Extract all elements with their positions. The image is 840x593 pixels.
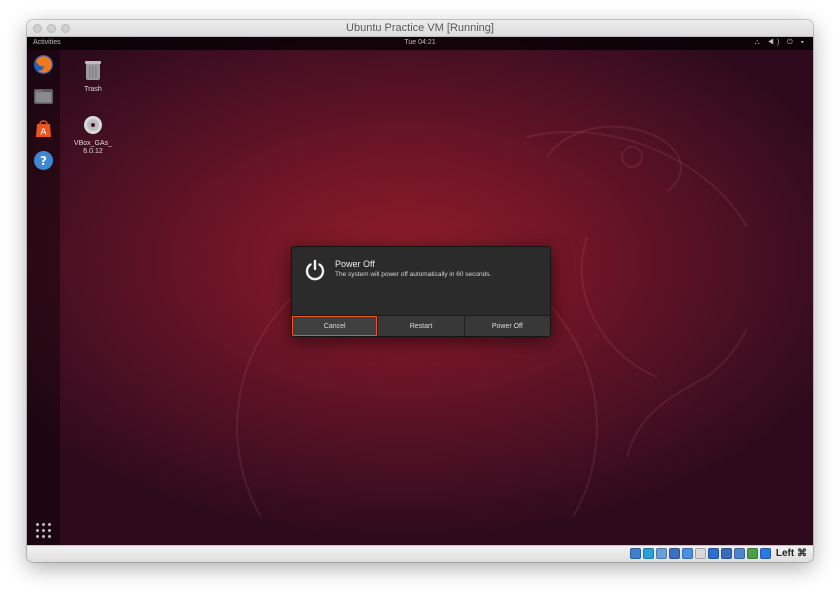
power-off-dialog: Power Off The system will power off auto… [291, 246, 551, 337]
vm-status-bar: Left ⌘ [27, 545, 813, 562]
cancel-button[interactable]: Cancel [292, 316, 379, 336]
dialog-button-row: Cancel Restart Power Off [292, 315, 550, 336]
system-tray[interactable]: ⛬ ◀) ⏻ ▾ [755, 39, 807, 47]
recording-icon[interactable] [721, 548, 732, 559]
restart-button[interactable]: Restart [378, 316, 465, 336]
desktop-icon-trash[interactable]: Trash [73, 59, 113, 94]
desktop-icon-label: VBox_GAs_ 6.0.12 [73, 140, 113, 155]
guest-display[interactable]: Activities Tue 04:21 ⛬ ◀) ⏻ ▾ A ? Trash … [27, 37, 813, 545]
desktop-icon-vbox-gas[interactable]: VBox_GAs_ 6.0.12 [73, 107, 113, 164]
power-off-button[interactable]: Power Off [464, 316, 550, 336]
clock[interactable]: Tue 04:21 [27, 39, 813, 46]
files-icon[interactable] [33, 86, 54, 107]
window-title: Ubuntu Practice VM [Running] [346, 22, 494, 34]
virtualbox-window: Ubuntu Practice VM [Running] Activities … [27, 20, 813, 562]
dialog-title: Power Off [335, 259, 375, 269]
disk-icon[interactable] [630, 548, 641, 559]
help-icon[interactable]: ? [33, 150, 54, 171]
cpu-icon[interactable] [734, 548, 745, 559]
svg-text:A: A [40, 128, 47, 138]
shared-folder-icon[interactable] [695, 548, 706, 559]
network-icon[interactable] [669, 548, 680, 559]
disc-icon [84, 116, 102, 134]
power-icon [305, 259, 325, 281]
display-icon[interactable] [708, 548, 719, 559]
host-key-indicator[interactable]: Left ⌘ [776, 548, 807, 559]
desktop-icon-label: Trash [84, 86, 102, 93]
show-applications-button[interactable] [36, 523, 52, 539]
software-center-icon[interactable]: A [33, 118, 54, 139]
keyboard-capture-icon[interactable] [760, 548, 771, 559]
dialog-message: The system will power off automatically … [335, 271, 492, 278]
firefox-icon[interactable] [33, 54, 54, 75]
status-icons [630, 548, 771, 559]
audio-icon[interactable] [656, 548, 667, 559]
trash-icon [85, 61, 101, 80]
dock: A ? [27, 50, 60, 545]
optical-drive-icon[interactable] [643, 548, 654, 559]
usb-icon[interactable] [682, 548, 693, 559]
svg-text:?: ? [40, 154, 47, 168]
window-titlebar[interactable]: Ubuntu Practice VM [Running] [27, 20, 813, 37]
mouse-integration-icon[interactable] [747, 548, 758, 559]
gnome-top-bar: Activities Tue 04:21 ⛬ ◀) ⏻ ▾ [27, 37, 813, 50]
